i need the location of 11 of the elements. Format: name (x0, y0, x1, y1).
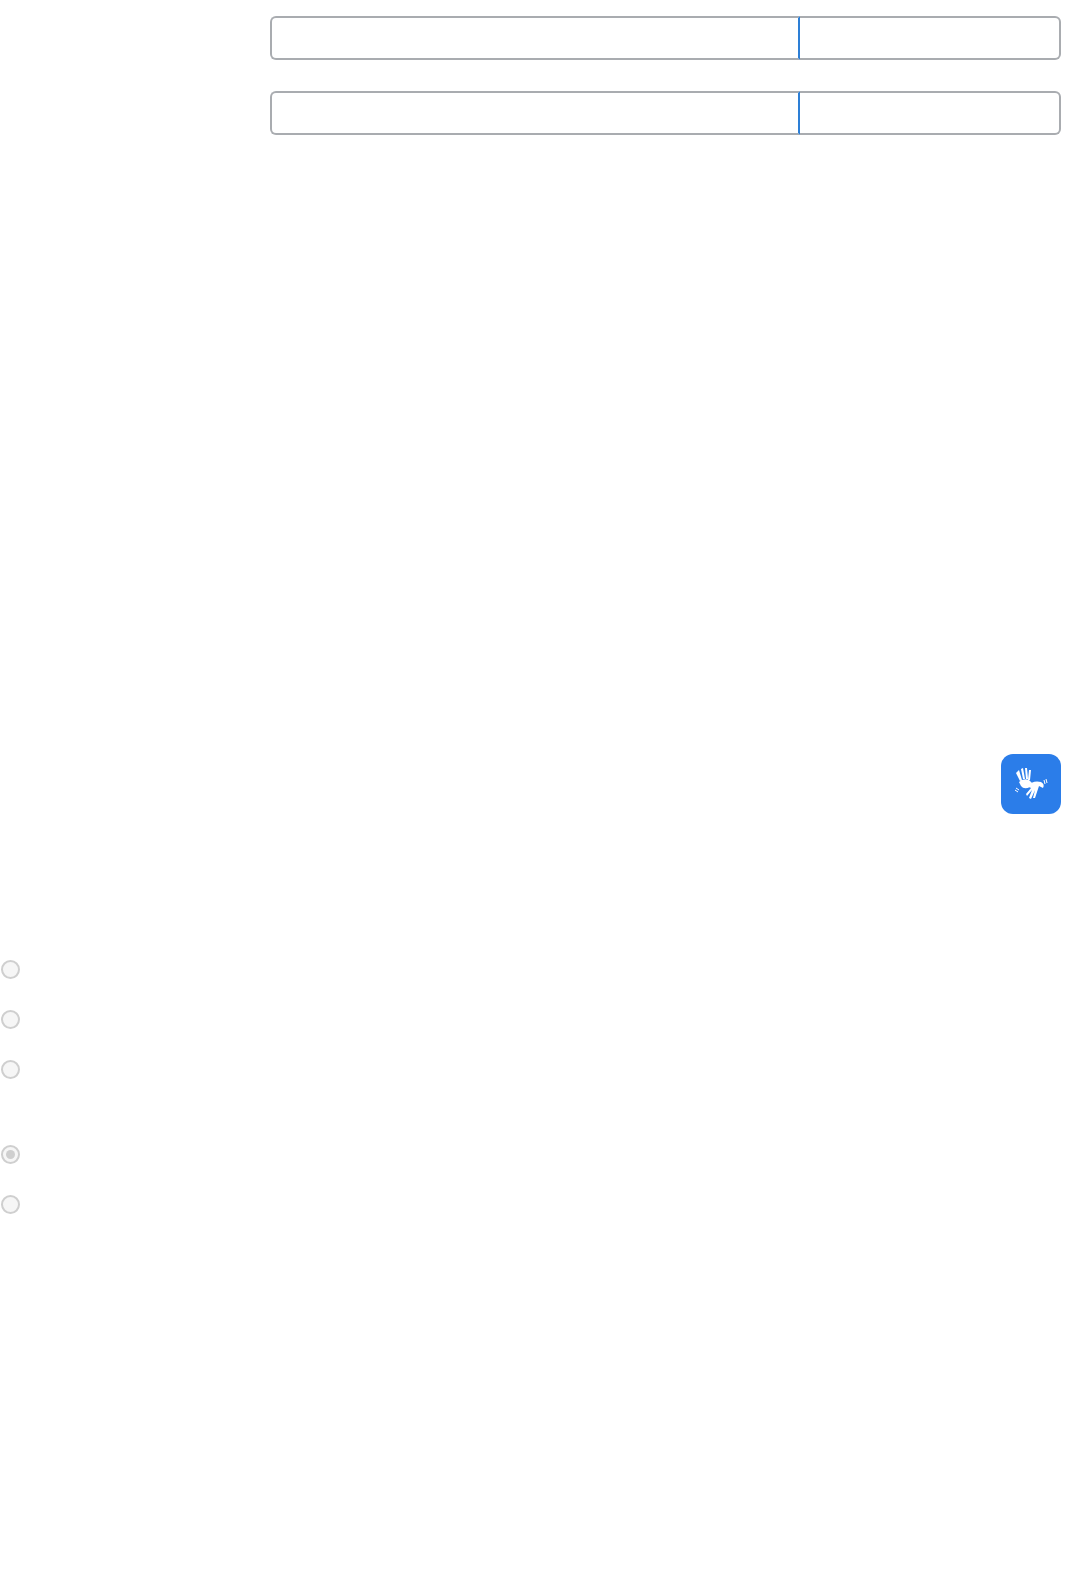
input-field[interactable] (270, 91, 800, 135)
sign-language-icon (1013, 766, 1049, 802)
accessibility-button[interactable] (1001, 754, 1061, 814)
input-field[interactable] (270, 16, 800, 60)
radio-button[interactable] (1, 1195, 20, 1214)
input-field[interactable] (800, 91, 1061, 135)
radio-button[interactable] (1, 1145, 20, 1164)
radio-button[interactable] (1, 1010, 20, 1029)
radio-button[interactable] (1, 1060, 20, 1079)
input-field[interactable] (800, 16, 1061, 60)
radio-button[interactable] (1, 960, 20, 979)
